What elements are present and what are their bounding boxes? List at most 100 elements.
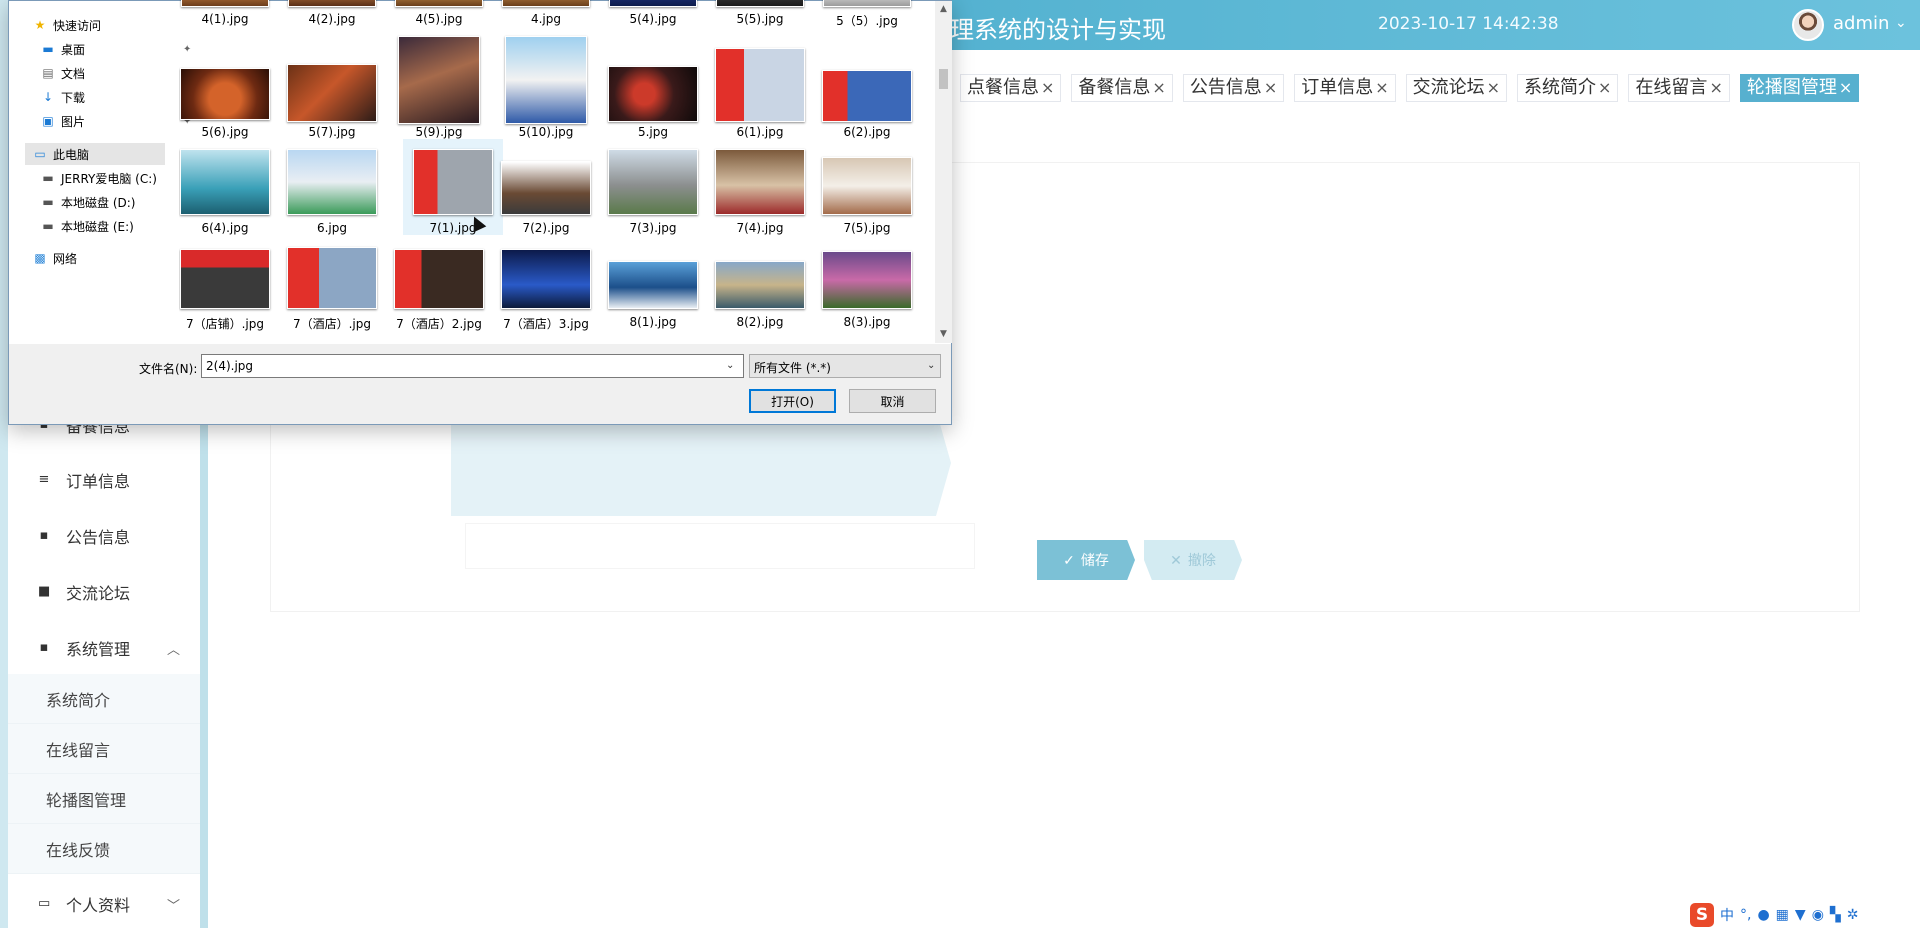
file-item[interactable]: 5(7).jpg	[282, 35, 382, 145]
nav-this-pc[interactable]: ▭ 此电脑	[25, 143, 165, 165]
save-button[interactable]: ✓ 储存	[1037, 540, 1135, 580]
nav-downloads[interactable]: ↓下载✦	[41, 86, 191, 108]
ime-mode[interactable]: 中	[1720, 905, 1734, 925]
computer-icon: ▭	[34, 147, 46, 161]
sidebar-subitem-system-intro[interactable]: 系统简介	[8, 674, 200, 724]
file-item[interactable]: 6.jpg	[282, 147, 382, 243]
reset-button[interactable]: ✕ 撤除	[1144, 540, 1242, 580]
sidebar-item-orders[interactable]: ≡ 订单信息	[8, 455, 200, 505]
chevron-down-icon[interactable]: ⌄	[1895, 15, 1907, 31]
cancel-button[interactable]: 取消	[849, 389, 936, 413]
sidebar-item-forum[interactable]: ■ 交流论坛	[8, 567, 200, 617]
file-item[interactable]: 5.jpg	[603, 35, 703, 145]
file-item[interactable]: 5(10).jpg	[496, 35, 596, 145]
chevron-down-icon[interactable]: ⌄	[726, 360, 734, 371]
file-item[interactable]: 8(3).jpg	[817, 243, 917, 339]
sidebar-subitem-feedback[interactable]: 在线反馈	[8, 824, 200, 874]
close-icon[interactable]: ×	[1041, 75, 1054, 101]
file-item[interactable]: 7(4).jpg	[710, 147, 810, 243]
punct-icon[interactable]: °,	[1740, 907, 1751, 923]
grid-icon[interactable]: ▚	[1830, 907, 1841, 923]
file-thumbnail	[715, 48, 805, 122]
file-item[interactable]: 5（5）.jpg	[817, 0, 917, 30]
tab-order-dishes[interactable]: 点餐信息 ×	[960, 74, 1062, 102]
file-item[interactable]: 5(5).jpg	[710, 0, 810, 30]
file-item[interactable]: 7（酒店）.jpg	[282, 243, 382, 339]
sogou-logo-icon[interactable]: S	[1690, 903, 1714, 927]
image-upload-area[interactable]	[451, 410, 951, 516]
chevron-up-icon: ︿	[166, 642, 180, 658]
dialog-footer: 文件名(N): ⌄ 所有文件 (*.*) ⌄ 打开(O) 取消	[9, 344, 951, 424]
scrollbar-thumb[interactable]	[939, 69, 948, 89]
file-item[interactable]: 6(1).jpg	[710, 35, 810, 145]
sidebar-item-system-management[interactable]: ▪ 系统管理 ︿	[8, 623, 200, 673]
file-item[interactable]: 4.jpg	[496, 0, 596, 30]
file-item[interactable]: 7（酒店）3.jpg	[496, 243, 596, 339]
close-icon[interactable]: ×	[1709, 75, 1722, 101]
file-thumbnail	[608, 66, 698, 122]
tab-forum[interactable]: 交流论坛 ×	[1405, 74, 1508, 102]
file-item[interactable]: 4(1).jpg	[179, 0, 275, 30]
tab-system-intro[interactable]: 系统简介 ×	[1517, 74, 1619, 102]
close-icon[interactable]: ×	[1264, 75, 1277, 101]
chevron-down-icon[interactable]: ⌄	[927, 360, 935, 371]
nav-network[interactable]: ▩ 网络	[33, 247, 77, 269]
nav-drive-c[interactable]: ▬ JERRY爱电脑 (C:)	[41, 167, 157, 189]
user-avatar[interactable]	[1792, 9, 1824, 41]
file-item[interactable]: 7（店铺）.jpg	[179, 243, 275, 339]
file-grid-scrollbar[interactable]: ▲ ▼	[935, 1, 952, 343]
file-item[interactable]: 5(4).jpg	[603, 0, 703, 30]
file-type-select[interactable]: 所有文件 (*.*)	[749, 354, 941, 378]
tab-announcements[interactable]: 公告信息 ×	[1182, 74, 1285, 102]
nav-drive-e[interactable]: ▬ 本地磁盘 (E:)	[41, 215, 133, 237]
keyboard-icon[interactable]: ▦	[1776, 907, 1789, 923]
tab-meal-prep[interactable]: 备餐信息 ×	[1071, 74, 1173, 102]
file-item[interactable]: 7(5).jpg	[817, 147, 917, 243]
user-name[interactable]: admin	[1833, 13, 1889, 34]
file-item[interactable]: 4(2).jpg	[282, 0, 382, 30]
file-thumbnail	[413, 149, 493, 215]
sidebar-edge	[0, 0, 8, 928]
sidebar-item-profile[interactable]: ▭ 个人资料 ﹀	[8, 879, 200, 928]
shirt-icon[interactable]: ▼	[1795, 907, 1806, 923]
tab-orders[interactable]: 订单信息 ×	[1294, 74, 1396, 102]
file-item[interactable]: 8(2).jpg	[710, 243, 810, 339]
file-item[interactable]: 8(1).jpg	[603, 243, 703, 339]
form-field[interactable]	[465, 523, 975, 569]
file-item[interactable]: 7(3).jpg	[603, 147, 703, 243]
close-icon[interactable]: ×	[1375, 75, 1388, 101]
filename-input[interactable]	[201, 354, 744, 378]
file-item[interactable]: 5(9).jpg	[389, 35, 489, 145]
file-item-hovered[interactable]: 7(1).jpg	[403, 139, 503, 235]
scroll-up-icon[interactable]: ▲	[935, 1, 952, 18]
file-item[interactable]: 6(4).jpg	[179, 147, 275, 243]
sidebar-subitem-online-message[interactable]: 在线留言	[8, 724, 200, 774]
sidebar-subitem-carousel[interactable]: 轮播图管理	[8, 774, 200, 824]
tab-carousel-management[interactable]: 轮播图管理 ×	[1739, 74, 1860, 102]
tab-online-message[interactable]: 在线留言 ×	[1628, 74, 1730, 102]
nav-desktop[interactable]: ▬ 桌面 ✦	[41, 38, 191, 60]
nav-documents[interactable]: ▤文档✦	[41, 62, 191, 84]
nav-drive-d[interactable]: ▬ 本地磁盘 (D:)	[41, 191, 135, 213]
close-icon[interactable]: ×	[1487, 75, 1500, 101]
file-item[interactable]: 6(2).jpg	[817, 35, 917, 145]
nav-quick-access[interactable]: ★ 快速访问	[33, 14, 101, 36]
file-item[interactable]: 4(5).jpg	[389, 0, 489, 30]
file-thumbnail	[502, 0, 590, 7]
scroll-down-icon[interactable]: ▼	[935, 326, 952, 343]
picture-icon: ▣	[42, 114, 54, 128]
file-thumbnail	[715, 261, 805, 309]
close-icon[interactable]: ×	[1839, 75, 1852, 101]
file-item[interactable]: 7(2).jpg	[496, 147, 596, 243]
mic-icon[interactable]: ●	[1757, 907, 1769, 923]
open-button[interactable]: 打开(O)	[749, 389, 836, 413]
file-item[interactable]: 7（酒店）2.jpg	[389, 243, 489, 339]
file-item[interactable]: 5(6).jpg	[179, 35, 275, 145]
nav-pictures[interactable]: ▣ 图片 ✦	[41, 110, 191, 132]
close-icon[interactable]: ×	[1598, 75, 1611, 101]
file-thumbnail	[822, 70, 912, 122]
close-icon[interactable]: ×	[1152, 75, 1165, 101]
emoji-icon[interactable]: ◉	[1812, 907, 1824, 923]
sidebar-item-announcements[interactable]: ▪ 公告信息	[8, 511, 200, 561]
settings-icon[interactable]: ✲	[1847, 907, 1859, 923]
